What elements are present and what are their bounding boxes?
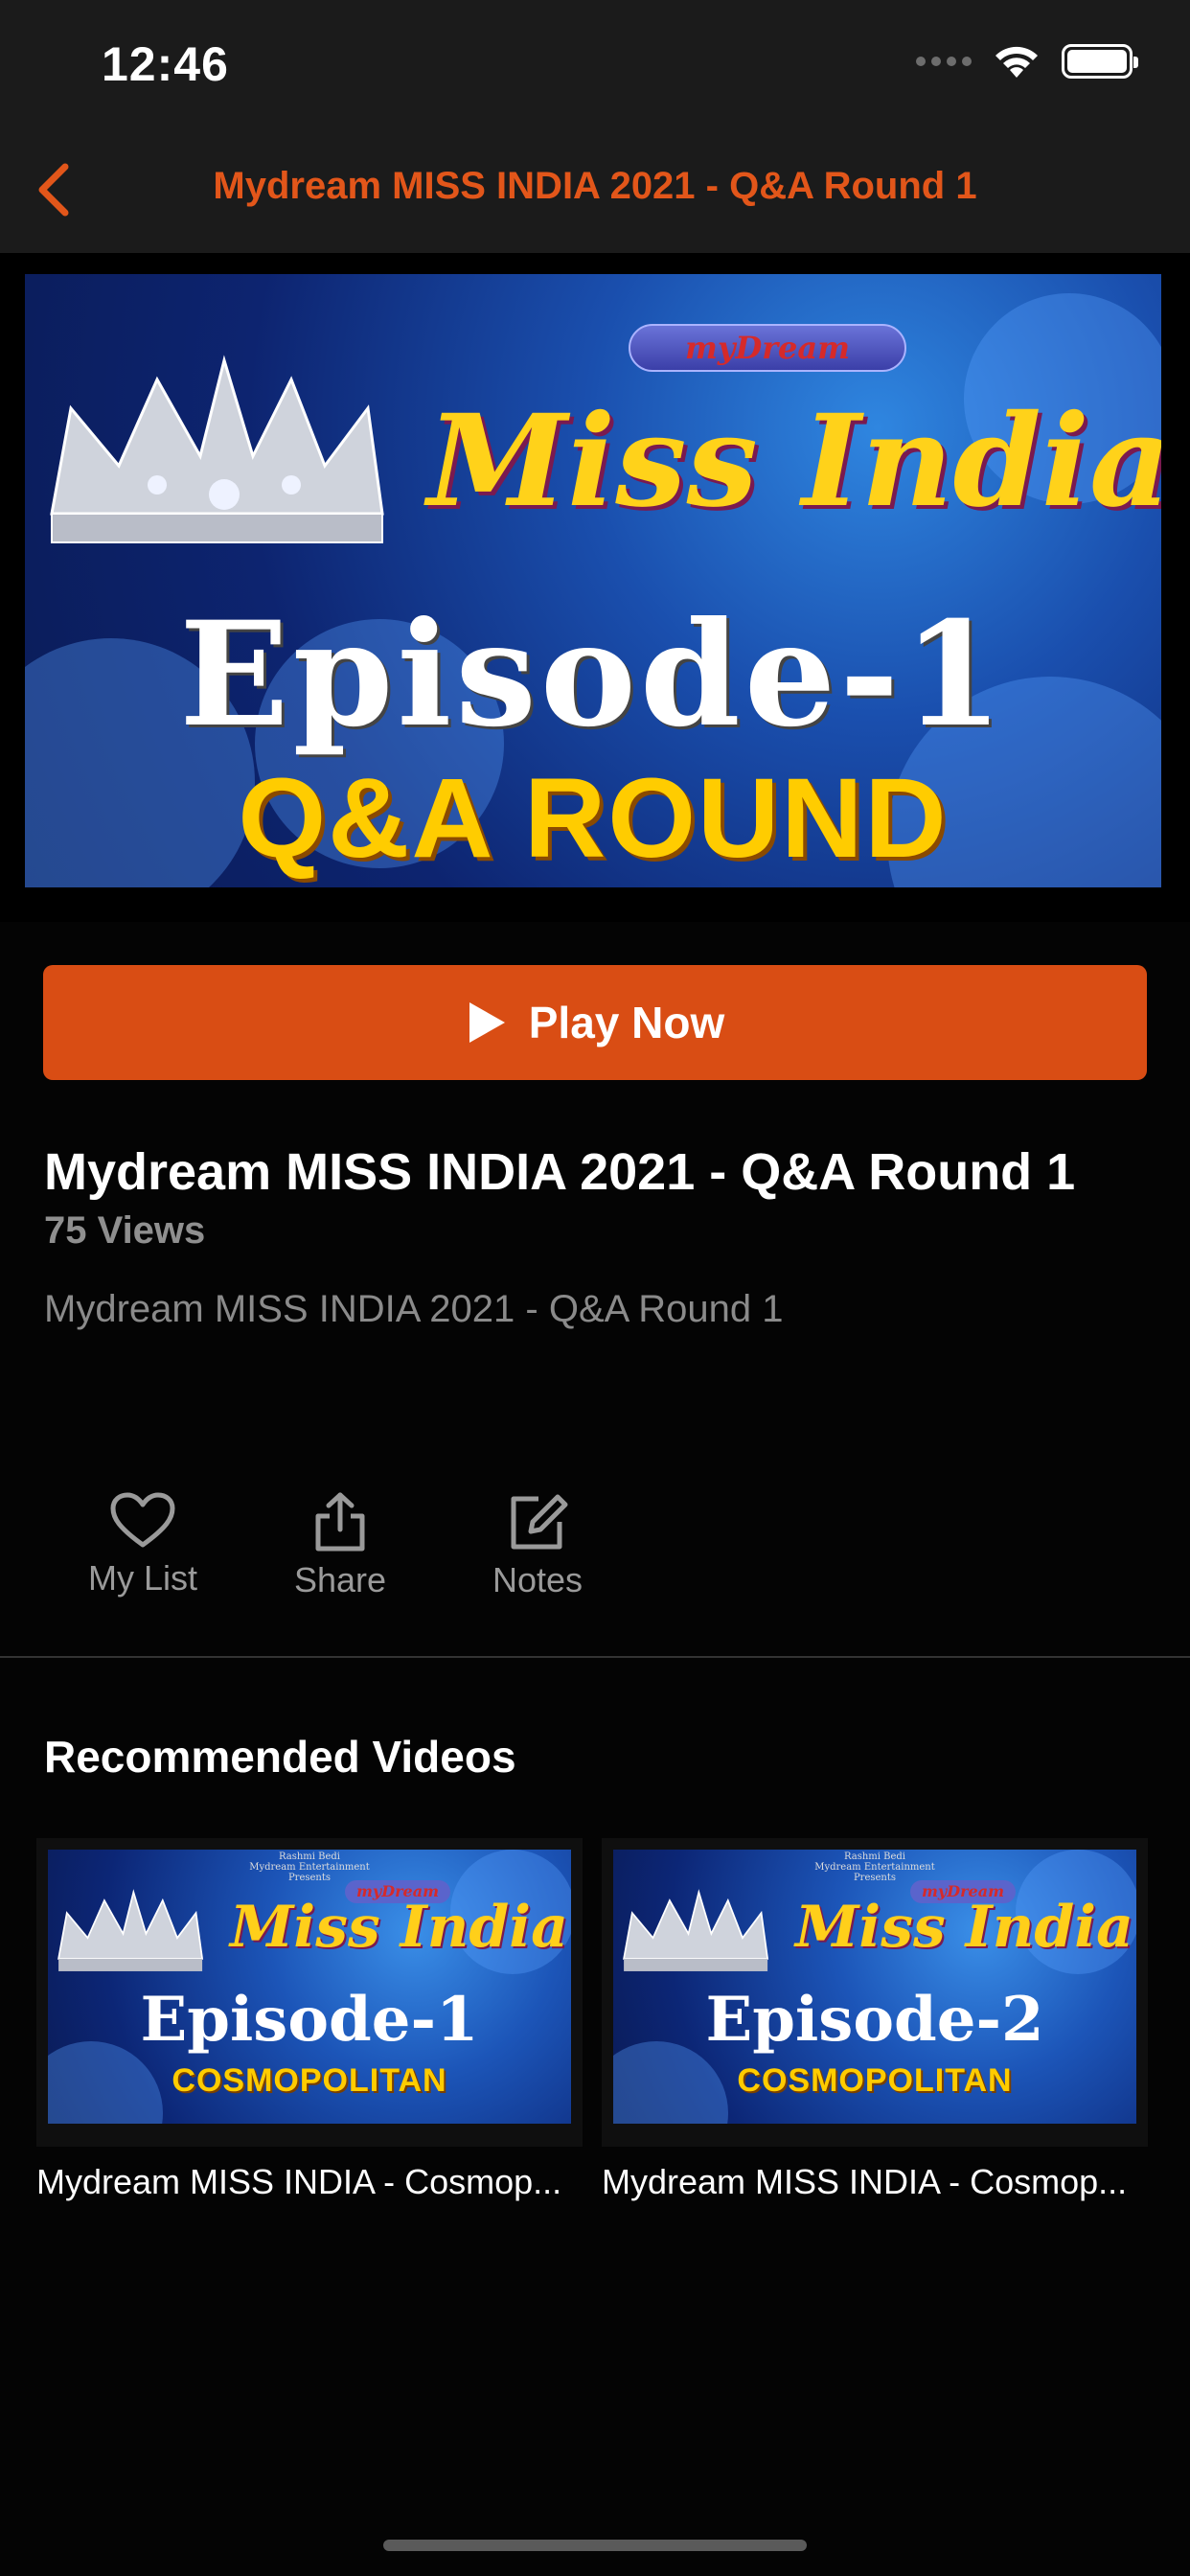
video-description: Mydream MISS INDIA 2021 - Q&A Round 1	[44, 1288, 784, 1330]
recommended-thumbnail[interactable]: Rashmi Bedi Mydream Entertainment Presen…	[602, 1838, 1148, 2147]
crown-icon	[623, 1889, 769, 1971]
notes-button[interactable]: Notes	[439, 1491, 636, 1600]
status-icons	[916, 42, 1138, 80]
view-count: 75 Views	[44, 1209, 206, 1252]
hero-subtitle-line: Q&A ROUND	[238, 755, 949, 882]
recommended-item[interactable]: Rashmi Bedi Mydream Entertainment Presen…	[36, 1838, 583, 2202]
status-time: 12:46	[102, 37, 229, 91]
crown-icon	[50, 355, 384, 543]
my-list-button[interactable]: My List	[44, 1491, 241, 1600]
thumb-credit-text: Rashmi Bedi Mydream Entertainment Presen…	[249, 1852, 370, 1883]
play-icon	[469, 1002, 505, 1043]
nav-title: Mydream MISS INDIA 2021 - Q&A Round 1	[213, 165, 977, 207]
crown-icon	[57, 1889, 204, 1971]
share-icon	[315, 1492, 365, 1552]
thumb-subtitle-line: COSMOPOLITAN	[737, 2062, 1013, 2099]
my-list-label: My List	[87, 1558, 197, 1598]
thumb-title-line: Miss India	[795, 1894, 1133, 1961]
battery-icon	[1062, 44, 1138, 79]
recommended-item-title[interactable]: Mydream MISS INDIA - Cosmop...	[36, 2162, 592, 2202]
recommended-heading: Recommended Videos	[44, 1732, 516, 1782]
brand-logo: myDream	[629, 324, 906, 372]
thumb-episode-line: Episode-1	[140, 1984, 479, 2056]
home-indicator[interactable]	[383, 2540, 807, 2551]
wifi-icon	[995, 46, 1038, 78]
action-row: My List Share Notes	[44, 1491, 636, 1600]
section-divider	[0, 1656, 1190, 1658]
play-now-label: Play Now	[528, 998, 725, 1047]
edit-icon	[511, 1494, 568, 1550]
thumb-subtitle-line: COSMOPOLITAN	[172, 2062, 447, 2099]
thumb-episode-line: Episode-2	[705, 1984, 1044, 2056]
thumb-title-line: Miss India	[230, 1894, 568, 1961]
notes-label: Notes	[492, 1560, 584, 1599]
video-player-area[interactable]: myDream Miss India Episode-1 Q&A ROUND	[0, 253, 1190, 922]
back-button[interactable]	[29, 157, 82, 222]
recommended-item[interactable]: Rashmi Bedi Mydream Entertainment Presen…	[602, 1838, 1148, 2202]
recommended-thumbnail[interactable]: Rashmi Bedi Mydream Entertainment Presen…	[36, 1838, 583, 2147]
heart-icon	[110, 1492, 175, 1548]
video-thumbnail[interactable]: myDream Miss India Episode-1 Q&A ROUND	[25, 274, 1161, 887]
top-bar: 12:46 Mydream MISS INDIA 2021 - Q&A Roun…	[0, 0, 1190, 253]
share-button[interactable]: Share	[241, 1491, 439, 1600]
share-label: Share	[293, 1560, 387, 1599]
chevron-left-icon	[38, 163, 69, 217]
video-detail-screen: 12:46 Mydream MISS INDIA 2021 - Q&A Roun…	[0, 0, 1190, 2576]
recommended-list: Rashmi Bedi Mydream Entertainment Presen…	[36, 1838, 1148, 2202]
video-title: Mydream MISS INDIA 2021 - Q&A Round 1	[44, 1143, 1076, 1201]
hero-episode-line: Episode-1	[179, 590, 1007, 759]
thumb-credit-text: Rashmi Bedi Mydream Entertainment Presen…	[814, 1852, 935, 1883]
cellular-signal-icon	[916, 57, 972, 66]
recommended-item-title[interactable]: Mydream MISS INDIA - Cosmop...	[602, 2162, 1157, 2202]
hero-title-line: Miss India	[427, 387, 1161, 536]
play-now-button[interactable]: Play Now	[43, 965, 1147, 1080]
